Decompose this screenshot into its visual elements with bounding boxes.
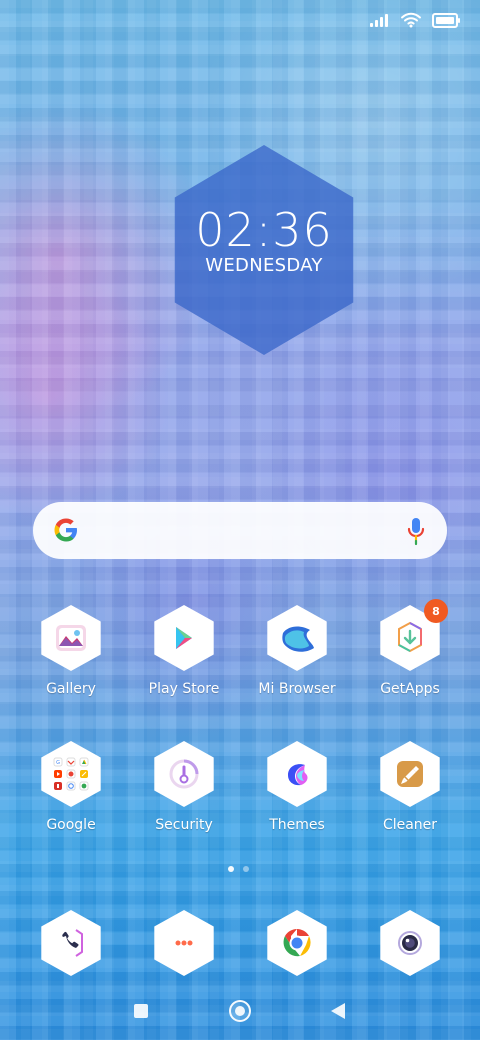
clock-widget[interactable]: 02:36 WEDNESDAY: [174, 145, 354, 355]
clock-day: WEDNESDAY: [205, 255, 323, 276]
app-label: Gallery: [46, 681, 96, 697]
app-getapps[interactable]: 8 GetApps: [362, 599, 458, 697]
mic-icon[interactable]: [407, 516, 425, 546]
back-button[interactable]: [331, 1003, 345, 1019]
dock-phone[interactable]: [23, 910, 119, 976]
play-store-icon: [154, 605, 214, 671]
dock-messages[interactable]: [136, 910, 232, 976]
page-dot-active: [228, 866, 234, 872]
app-label: Google: [46, 817, 96, 833]
app-cleaner[interactable]: Cleaner: [362, 741, 458, 833]
app-label: Security: [155, 817, 213, 833]
navigation-bar: [0, 998, 480, 1026]
phone-icon: [41, 910, 101, 976]
page-indicator[interactable]: [228, 866, 249, 872]
chrome-icon: [267, 910, 327, 976]
wifi-icon: [400, 12, 422, 28]
app-label: Cleaner: [382, 817, 438, 833]
app-gallery[interactable]: Gallery: [23, 605, 119, 697]
app-folder-google[interactable]: G Google: [23, 741, 119, 833]
app-label: Play Store: [148, 681, 220, 697]
app-label: Mi Browser: [258, 681, 336, 697]
dock-chrome[interactable]: [249, 910, 345, 976]
status-bar: [370, 12, 460, 28]
app-themes[interactable]: Themes: [249, 741, 345, 833]
notification-badge: 8: [424, 599, 448, 623]
messages-icon: [154, 910, 214, 976]
google-folder-icon: G: [41, 741, 101, 807]
svg-text:G: G: [56, 760, 60, 766]
clock-time: 02:36: [195, 203, 333, 257]
battery-icon: [432, 12, 460, 28]
signal-icon: [370, 13, 390, 27]
google-g-icon: [53, 517, 79, 543]
google-search-bar[interactable]: [33, 502, 447, 559]
security-icon: [154, 741, 214, 807]
themes-icon: [267, 741, 327, 807]
app-label: GetApps: [380, 681, 440, 697]
mi-browser-icon: [267, 605, 327, 671]
dock-camera[interactable]: [362, 910, 458, 976]
app-mi-browser[interactable]: Mi Browser: [249, 605, 345, 697]
cleaner-icon: [380, 741, 440, 807]
gallery-icon: [41, 605, 101, 671]
recent-apps-button[interactable]: [134, 1004, 148, 1018]
app-label: Themes: [269, 817, 325, 833]
app-play-store[interactable]: Play Store: [136, 605, 232, 697]
home-button[interactable]: [229, 1000, 251, 1022]
page-dot-inactive: [243, 866, 249, 872]
camera-icon: [380, 910, 440, 976]
app-security[interactable]: Security: [136, 741, 232, 833]
